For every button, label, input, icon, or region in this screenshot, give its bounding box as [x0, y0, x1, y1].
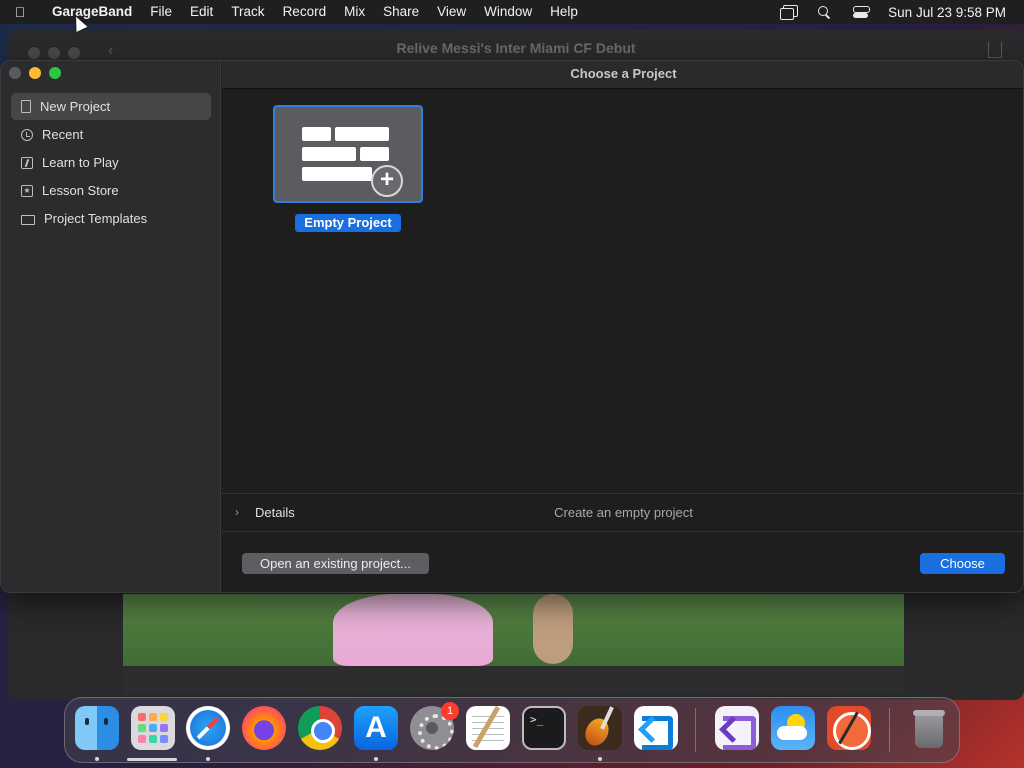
menu-bar-clock[interactable]: Sun Jul 23 9:58 PM	[888, 5, 1006, 20]
textedit-icon[interactable]	[466, 706, 510, 750]
menu-record[interactable]: Record	[274, 0, 336, 24]
control-center-icon[interactable]	[852, 5, 871, 19]
launchpad-indicator	[127, 758, 177, 761]
clock-icon	[21, 128, 33, 141]
terminal-icon[interactable]: >_	[522, 706, 566, 750]
choose-button[interactable]: Choose	[920, 553, 1005, 574]
folder-icon	[21, 214, 35, 225]
launchpad-tile	[149, 713, 157, 721]
sidebar-item-learn-to-play[interactable]: Learn to Play	[11, 149, 211, 176]
running-indicator	[95, 757, 99, 761]
maximize-button[interactable]	[49, 67, 61, 79]
document-icon	[21, 100, 31, 113]
running-indicator	[206, 757, 210, 761]
sidebar-item-label: New Project	[40, 99, 111, 114]
menu-help[interactable]: Help	[541, 0, 587, 24]
app-store-icon[interactable]: A	[354, 706, 398, 750]
learn-icon	[21, 156, 33, 169]
tile-brick	[360, 147, 389, 161]
empty-project-label[interactable]: Empty Project	[295, 214, 401, 232]
main-content: Choose a Project + Empty Project › Detai…	[222, 61, 1023, 592]
firefox-icon[interactable]	[242, 706, 286, 750]
dock-separator	[889, 708, 890, 752]
tile-brick	[302, 167, 372, 181]
menu-app-garageband[interactable]: GarageBand	[40, 0, 141, 24]
vscode-icon[interactable]	[634, 706, 678, 750]
dock-separator	[695, 708, 696, 752]
sidebar-item-label: Recent	[42, 127, 84, 142]
project-description: Create an empty project	[554, 505, 693, 520]
launchpad-tile	[160, 713, 168, 721]
video-control-strip	[123, 666, 904, 694]
plus-icon: +	[371, 165, 403, 197]
video-frame[interactable]	[123, 594, 904, 666]
open-existing-project-button[interactable]: Open an existing project...	[242, 553, 429, 574]
chrome-icon[interactable]	[298, 706, 342, 750]
trash-icon[interactable]	[907, 706, 951, 750]
menu-bar-status-area: Sun Jul 23 9:58 PM	[780, 5, 1024, 20]
running-indicator	[598, 757, 602, 761]
launchpad-tile	[138, 735, 146, 743]
share-icon[interactable]	[988, 42, 1002, 58]
choose-project-window: New Project Recent Learn to Play ★ Lesso…	[0, 60, 1024, 593]
menu-share[interactable]: Share	[374, 0, 428, 24]
tile-brick	[302, 127, 331, 141]
launchpad-tile	[138, 713, 146, 721]
sidebar-item-recent[interactable]: Recent	[11, 121, 211, 148]
sidebar-item-new-project[interactable]: New Project	[11, 93, 211, 120]
menu-mix[interactable]: Mix	[335, 0, 374, 24]
visual-studio-icon[interactable]	[715, 706, 759, 750]
apple-menu-icon[interactable]: 	[0, 4, 40, 20]
menu-bar:  GarageBand File Edit Track Record Mix …	[0, 0, 1024, 24]
sidebar-item-label: Lesson Store	[42, 183, 119, 198]
launchpad-tile	[160, 724, 168, 732]
empty-project-tile[interactable]: +	[273, 105, 423, 203]
sidebar-list: New Project Recent Learn to Play ★ Lesso…	[11, 93, 211, 233]
menu-edit[interactable]: Edit	[181, 0, 222, 24]
weather-icon[interactable]	[771, 706, 815, 750]
sidebar-item-lesson-store[interactable]: ★ Lesson Store	[11, 177, 211, 204]
menu-view[interactable]: View	[428, 0, 475, 24]
menu-file[interactable]: File	[141, 0, 181, 24]
launchpad-tile	[149, 724, 157, 732]
launchpad-tile	[138, 724, 146, 732]
details-bar: › Details Create an empty project	[222, 493, 1023, 532]
video-player-figure	[333, 594, 493, 666]
close-button[interactable]	[9, 67, 21, 79]
garageband-icon[interactable]	[578, 706, 622, 750]
window-controls	[9, 67, 61, 79]
tile-brick	[302, 147, 356, 161]
launchpad-tile	[149, 735, 157, 743]
launchpad-icon[interactable]	[131, 706, 175, 750]
window-title: Choose a Project	[222, 61, 1023, 89]
background-window-title: Relive Messi's Inter Miami CF Debut	[396, 40, 636, 56]
instruments-icon[interactable]	[827, 706, 871, 750]
finder-icon[interactable]	[75, 706, 119, 750]
screen-mirroring-icon[interactable]	[780, 5, 799, 20]
sidebar: New Project Recent Learn to Play ★ Lesso…	[1, 61, 221, 592]
dock: A 1 >_	[64, 697, 960, 763]
menu-window[interactable]: Window	[475, 0, 541, 24]
running-indicator	[374, 757, 378, 761]
tile-brick	[335, 127, 389, 141]
notification-badge: 1	[441, 702, 459, 720]
search-icon[interactable]	[816, 5, 834, 19]
safari-icon[interactable]	[186, 706, 230, 750]
star-icon: ★	[21, 184, 33, 197]
menu-track[interactable]: Track	[222, 0, 273, 24]
video-player-arm	[533, 594, 573, 664]
sidebar-item-label: Project Templates	[44, 211, 148, 226]
launchpad-tile	[160, 735, 168, 743]
minimize-button[interactable]	[29, 67, 41, 79]
sidebar-item-project-templates[interactable]: Project Templates	[11, 205, 211, 232]
sidebar-item-label: Learn to Play	[42, 155, 119, 170]
